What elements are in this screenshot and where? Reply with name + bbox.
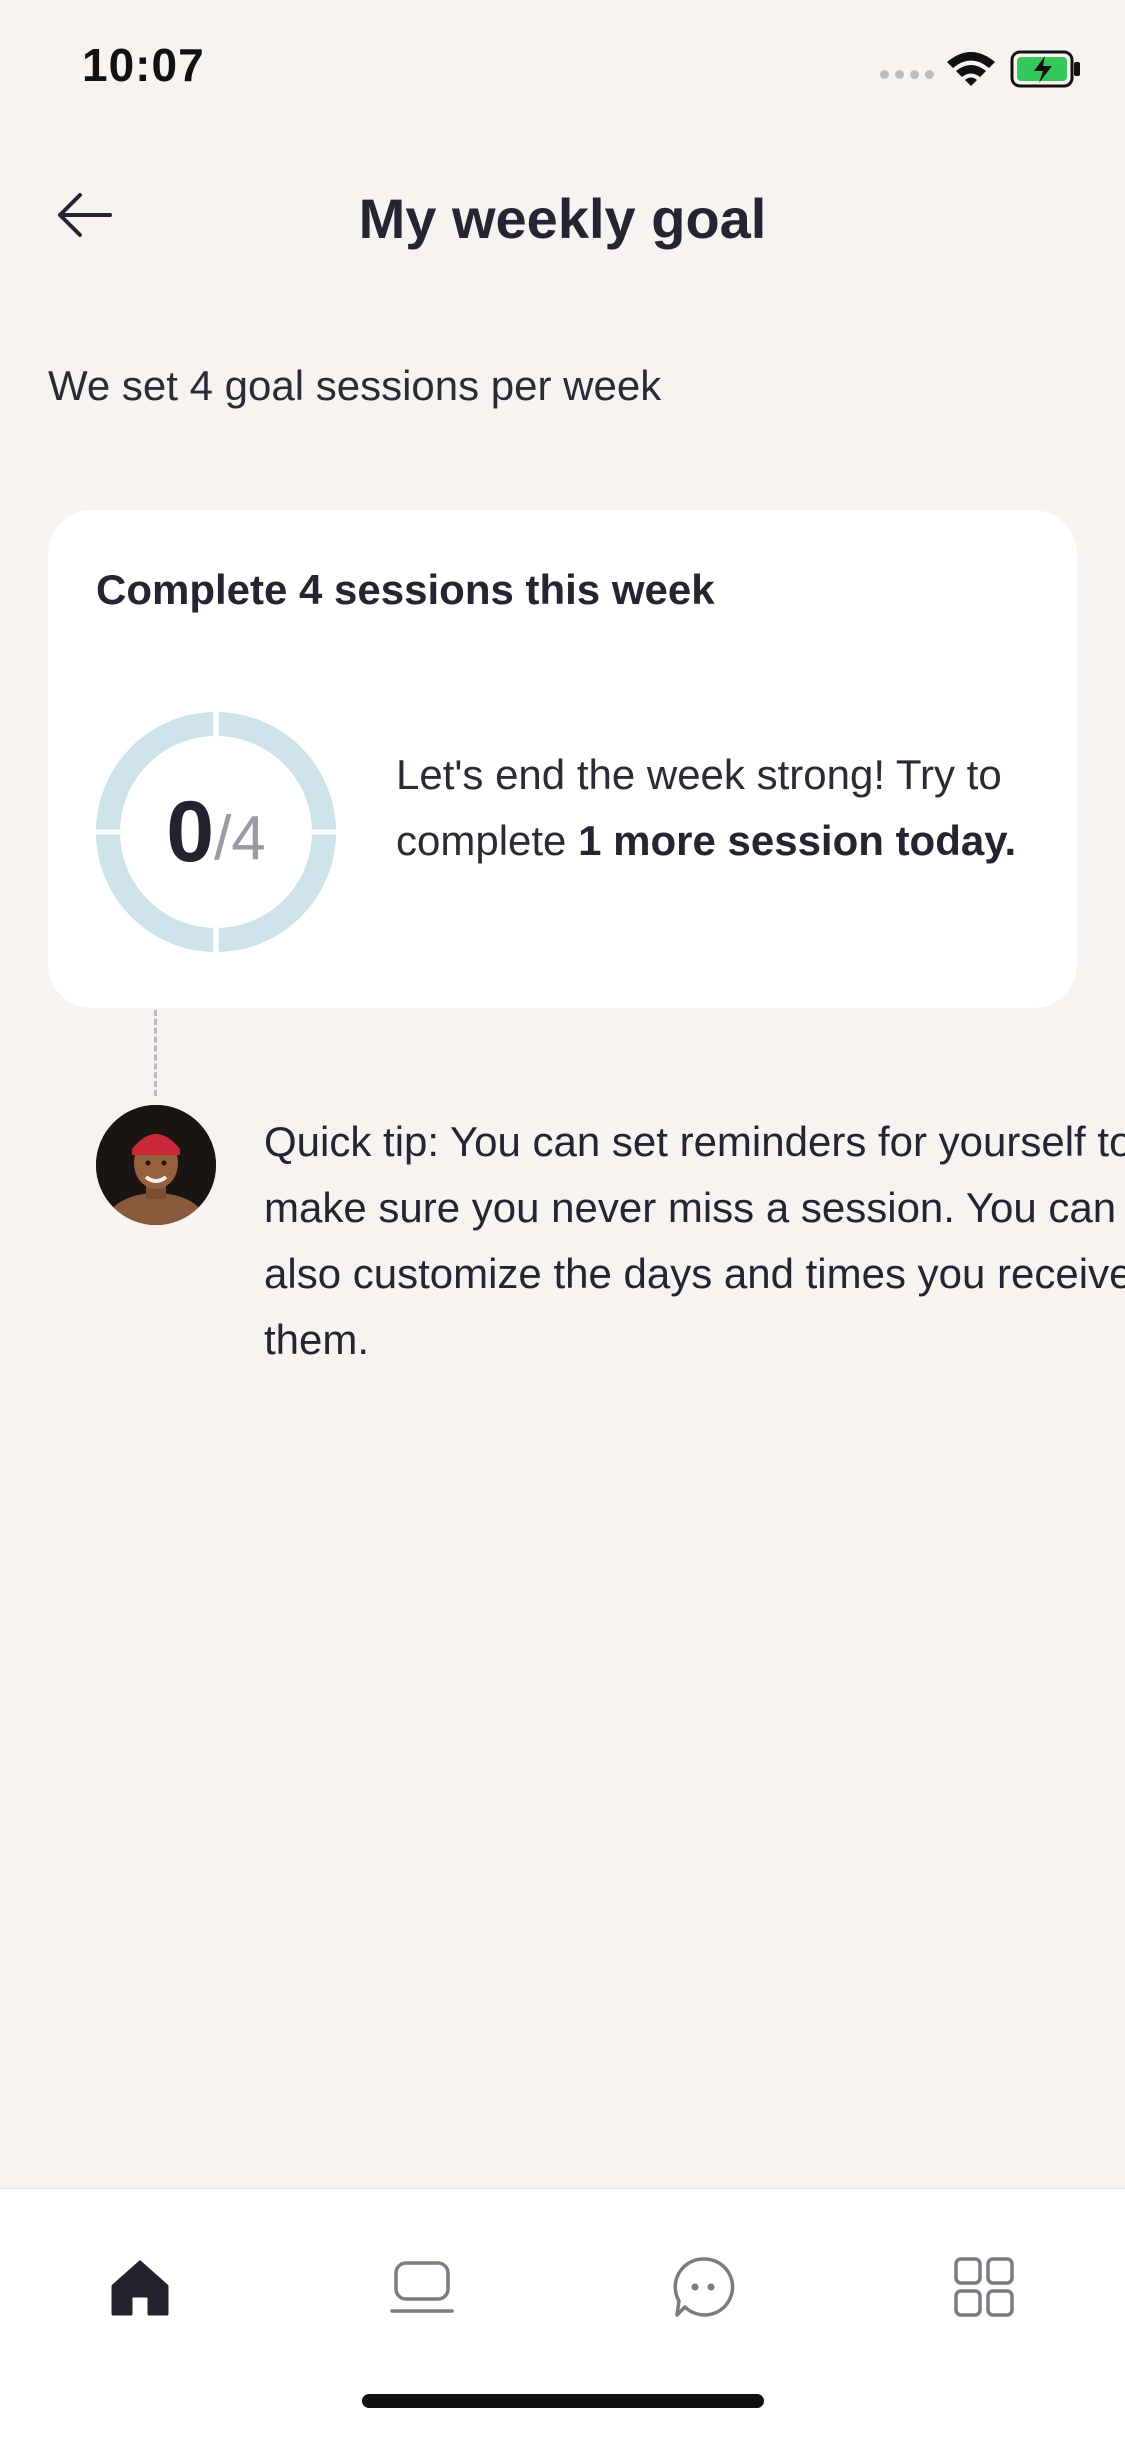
grid-icon (954, 2257, 1014, 2317)
dashed-connector (154, 1010, 157, 1096)
tab-sessions[interactable] (362, 2237, 482, 2337)
tip-text: Quick tip: You can set reminders for you… (264, 1118, 1125, 1363)
card-message: Let's end the week strong! Try to comple… (396, 742, 1046, 874)
home-indicator[interactable] (362, 2394, 764, 2408)
status-bar: 10:07 (0, 0, 1125, 140)
status-time: 10:07 (82, 39, 205, 91)
signal-dots-icon (880, 70, 934, 79)
tab-more[interactable] (924, 2237, 1044, 2337)
progress-ring: 0/4 (94, 710, 338, 954)
progress-count: 0/4 (94, 710, 338, 954)
progress-separator: / (214, 804, 232, 873)
progress-completed: 0 (166, 784, 215, 880)
progress-total: 4 (231, 804, 266, 873)
tab-chat[interactable] (643, 2237, 763, 2337)
page-title: My weekly goal (358, 187, 767, 250)
weekly-goal-card: Complete 4 sessions this week 0/4 Let's … (48, 510, 1077, 1008)
card-message-bold: 1 more session today. (578, 817, 1017, 864)
laptop-icon (390, 2261, 454, 2313)
card-title: Complete 4 sessions this week (96, 566, 715, 613)
tab-home[interactable] (80, 2237, 200, 2337)
wifi-icon (947, 52, 995, 86)
home-icon (111, 2260, 169, 2316)
chat-bubble-icon (673, 2257, 735, 2317)
goal-subtitle: We set 4 goal sessions per week (48, 362, 662, 409)
coach-avatar (96, 1105, 216, 1225)
battery-charging-icon (1010, 50, 1080, 88)
